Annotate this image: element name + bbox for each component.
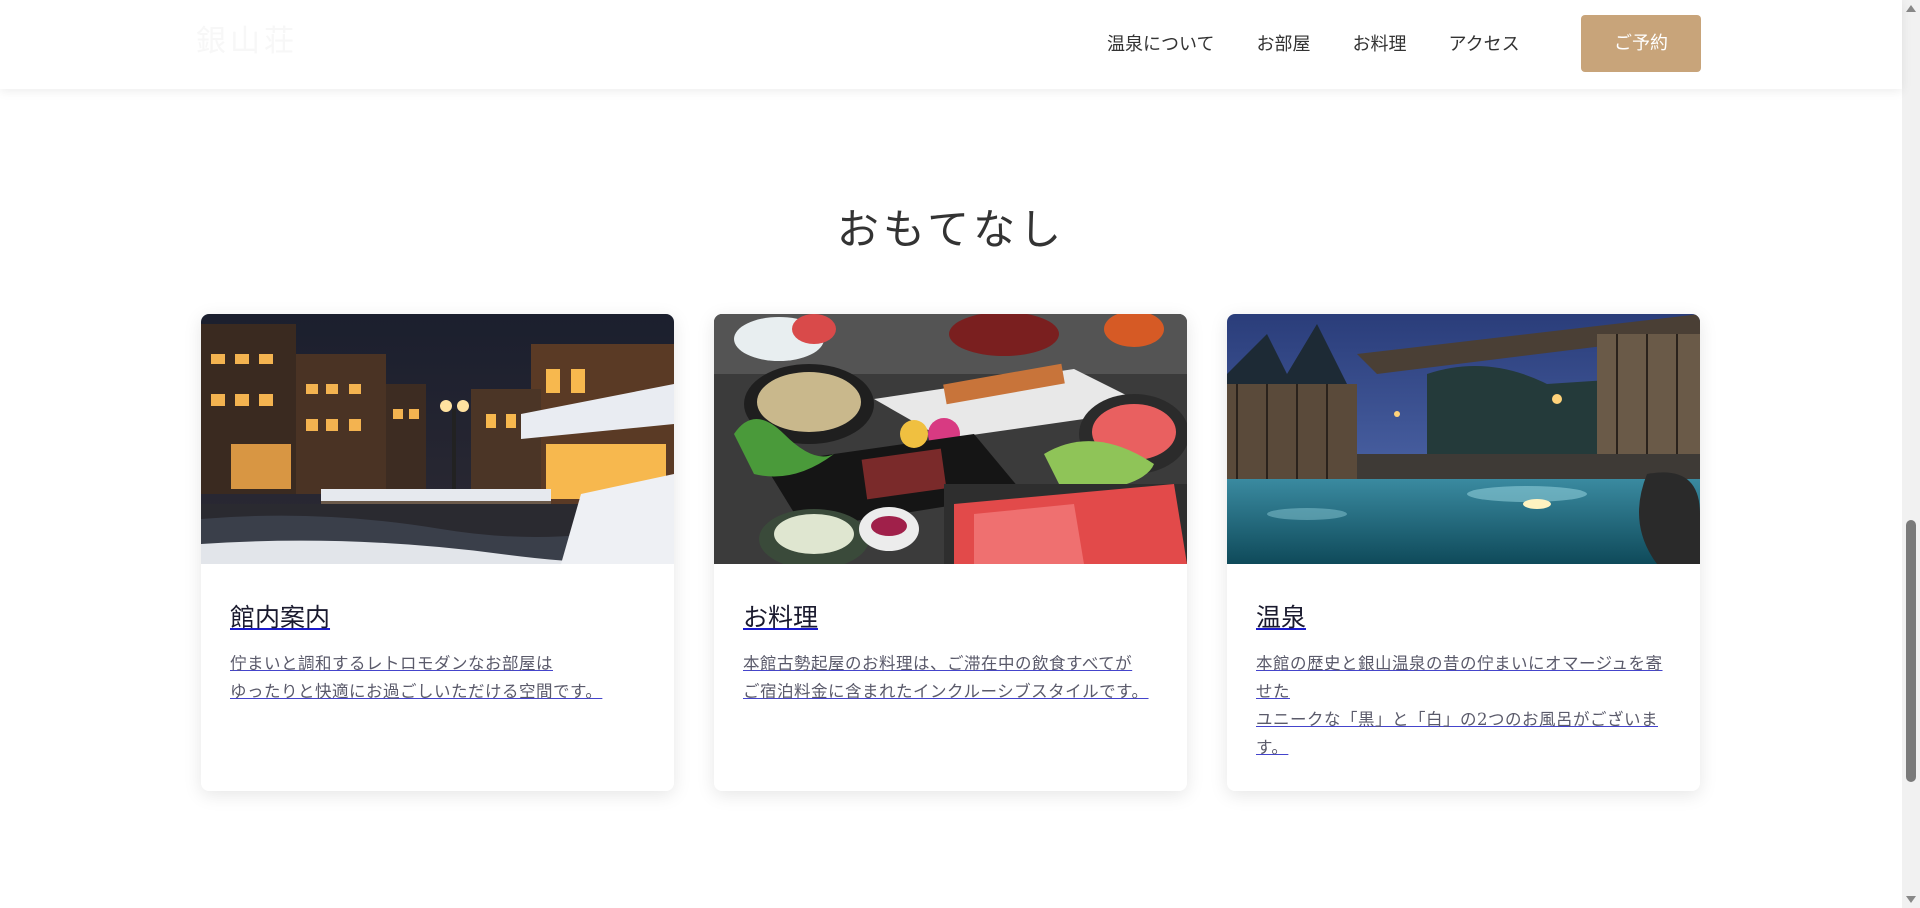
- nav-item-rooms[interactable]: お部屋: [1256, 30, 1310, 60]
- card-title-link[interactable]: お料理: [743, 598, 818, 634]
- night-onsen-town-photo[interactable]: [201, 314, 674, 564]
- card-body: お料理 本館古勢起屋のお料理は、ご滞在中の飲食すべてが ご宿泊料金に含まれたイン…: [714, 564, 1187, 706]
- card-facility[interactable]: 館内案内 佇まいと調和するレトロモダンなお部屋は ゆったりと快適にお過ごしいただ…: [201, 314, 674, 791]
- logo[interactable]: 銀山荘: [196, 22, 426, 62]
- card-title-link[interactable]: 館内案内: [230, 598, 330, 634]
- card-title-link[interactable]: 温泉: [1256, 598, 1306, 634]
- main-nav: 温泉について お部屋 お料理 アクセス: [1107, 30, 1562, 60]
- scrollbar-thumb[interactable]: [1906, 520, 1916, 782]
- card-cuisine[interactable]: お料理 本館古勢起屋のお料理は、ご滞在中の飲食すべてが ご宿泊料金に含まれたイン…: [714, 314, 1187, 791]
- kaiseki-meal-photo[interactable]: [714, 314, 1187, 564]
- vertical-scrollbar[interactable]: [1902, 0, 1920, 908]
- card-body: 館内案内 佇まいと調和するレトロモダンなお部屋は ゆったりと快適にお過ごしいただ…: [201, 564, 674, 706]
- card-body: 温泉 本館の歴史と銀山温泉の昔の佇まいにオマージュを寄せた ユニークな「黒」と「…: [1227, 564, 1700, 762]
- scroll-up-arrow-icon[interactable]: [1906, 5, 1916, 12]
- site-header: 銀山荘 温泉について お部屋 お料理 アクセス ご予約: [0, 0, 1902, 89]
- open-air-bath-photo[interactable]: [1227, 314, 1700, 564]
- card-list: 館内案内 佇まいと調和するレトロモダンなお部屋は ゆったりと快適にお過ごしいただ…: [201, 314, 1700, 791]
- card-description-link[interactable]: 本館の歴史と銀山温泉の昔の佇まいにオマージュを寄せた ユニークな「黒」と「白」の…: [1256, 650, 1671, 762]
- nav-item-cuisine[interactable]: お料理: [1352, 30, 1406, 60]
- section-title: おもてなし: [836, 205, 1066, 254]
- card-description-link[interactable]: 本館古勢起屋のお料理は、ご滞在中の飲食すべてが ご宿泊料金に含まれたインクルーシ…: [743, 650, 1158, 706]
- nav-item-onsen[interactable]: 温泉について: [1107, 30, 1214, 60]
- card-description-link[interactable]: 佇まいと調和するレトロモダンなお部屋は ゆったりと快適にお過ごしいただける空間で…: [230, 650, 645, 706]
- scroll-down-arrow-icon[interactable]: [1906, 896, 1916, 903]
- nav-item-access[interactable]: アクセス: [1448, 30, 1519, 60]
- card-onsen[interactable]: 温泉 本館の歴史と銀山温泉の昔の佇まいにオマージュを寄せた ユニークな「黒」と「…: [1227, 314, 1700, 791]
- reserve-button[interactable]: ご予約: [1581, 15, 1701, 72]
